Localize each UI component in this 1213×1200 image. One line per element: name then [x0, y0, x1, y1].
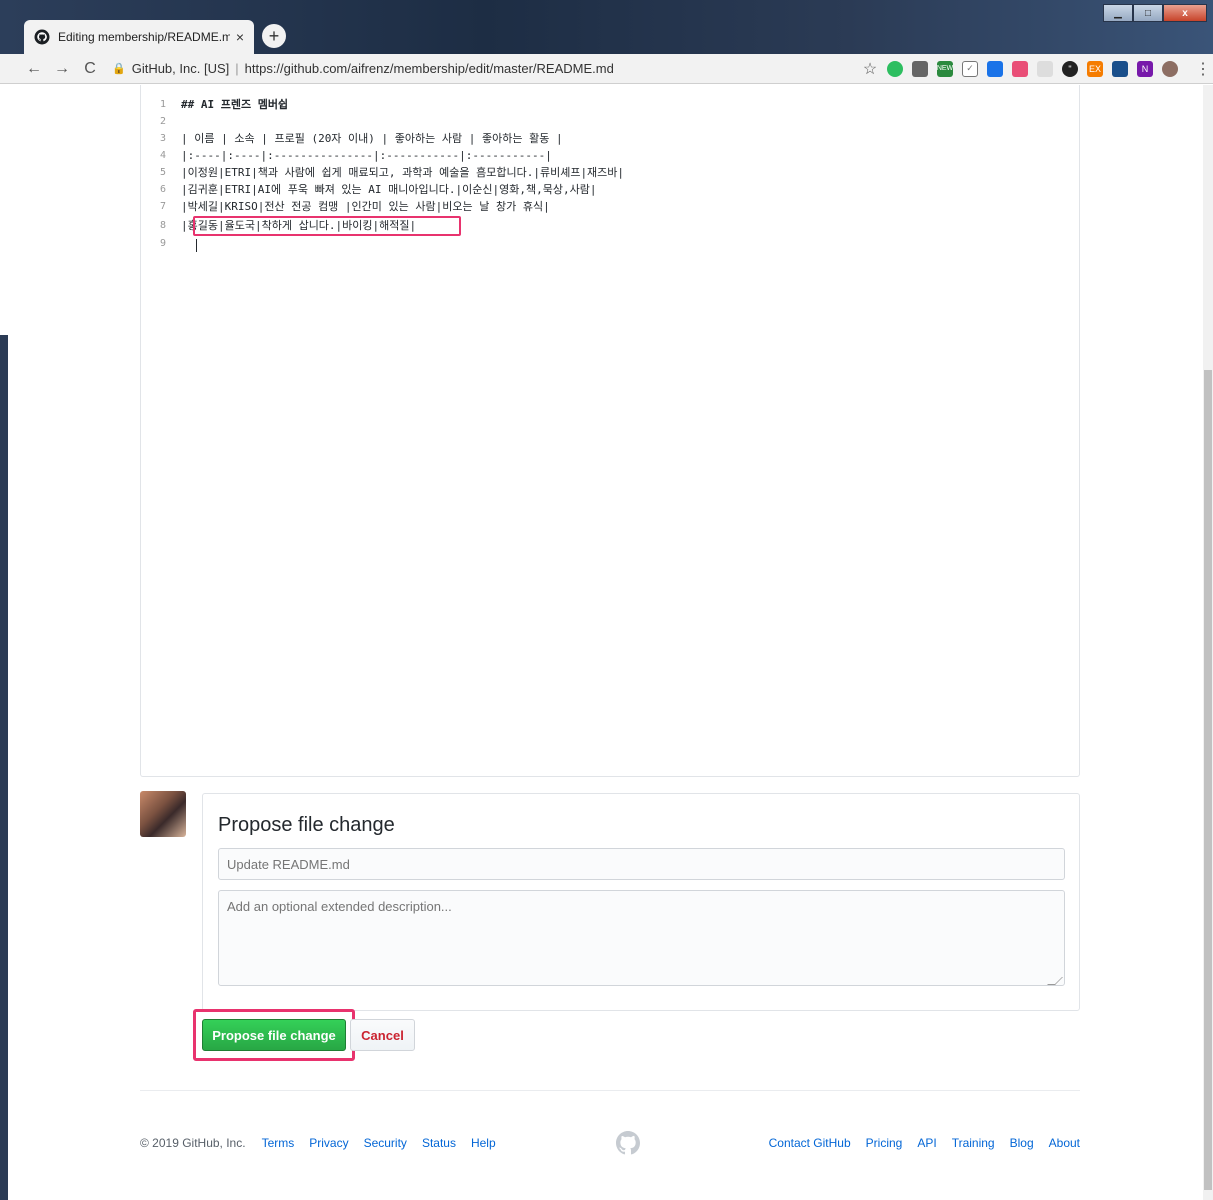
footer-link-security[interactable]: Security: [364, 1136, 407, 1150]
commit-summary-input[interactable]: [218, 848, 1065, 880]
line-number: 5: [159, 167, 166, 178]
editor-line: 2: [141, 113, 181, 130]
tab-close-icon[interactable]: ×: [236, 29, 244, 45]
lock-icon: 🔒: [112, 63, 126, 75]
browser-titlebar: Editing membership/README.m × + ▁ □ x: [0, 0, 1213, 54]
line-number: 4: [159, 150, 166, 161]
editor-line: 6 |김귀훈|ETRI|AI에 푸욱 빠져 있는 AI 매니아입니다.|이순신|…: [141, 181, 596, 198]
line-number: 7: [159, 201, 166, 212]
browser-menu-icon[interactable]: ⋮: [1195, 59, 1211, 79]
cursor-icon[interactable]: [1112, 60, 1128, 77]
close-window-button[interactable]: x: [1163, 4, 1207, 22]
line-number: 8: [159, 220, 166, 231]
quote-icon[interactable]: ": [1062, 60, 1078, 77]
desktop-edge: [0, 335, 8, 1200]
omnibox-separator: |: [235, 61, 239, 76]
footer-link-about[interactable]: About: [1049, 1136, 1080, 1150]
commit-description-input[interactable]: [218, 890, 1065, 986]
code-editor[interactable]: 1 ## AI 프렌즈 멤버쉽 2 3 | 이름 | 소속 | 프로필 (20자…: [140, 85, 1080, 777]
page-scrollbar[interactable]: [1203, 85, 1213, 1200]
line-text: |박세길|KRISO|전산 전공 컴맹 |인간미 있는 사람|비오는 날 창가 …: [181, 200, 550, 213]
browser-toolbar: ← → C 🔒 GitHub, Inc. [US] | https://gith…: [0, 54, 1213, 84]
address-bar[interactable]: 🔒 GitHub, Inc. [US] | https://github.com…: [112, 57, 742, 81]
extension-icon[interactable]: [912, 60, 928, 77]
footer-link-pricing[interactable]: Pricing: [866, 1136, 903, 1150]
footer-link-api[interactable]: API: [917, 1136, 936, 1150]
cancel-button[interactable]: Cancel: [350, 1019, 415, 1051]
evernote-icon[interactable]: [887, 60, 903, 77]
extension-icon-4[interactable]: [1037, 60, 1053, 77]
scrollbar-thumb[interactable]: [1204, 370, 1212, 1190]
new-badge-icon[interactable]: NEW: [937, 60, 953, 77]
text-caret: [196, 239, 197, 252]
footer-link-contact[interactable]: Contact GitHub: [769, 1136, 851, 1150]
back-button[interactable]: ←: [20, 60, 48, 78]
line-number: 9: [159, 238, 166, 249]
minimize-button[interactable]: ▁: [1103, 4, 1133, 22]
propose-file-change-button[interactable]: Propose file change: [202, 1019, 346, 1051]
line-number: 3: [159, 133, 166, 144]
tab-title: Editing membership/README.m: [57, 30, 230, 44]
editor-line: 5 |이정원|ETRI|책과 사람에 쉽게 매료되고, 과학과 예술을 흠모합니…: [141, 164, 624, 181]
pocket-icon[interactable]: ✓: [962, 60, 978, 77]
new-tab-button[interactable]: +: [262, 24, 286, 48]
editor-line: 7 |박세길|KRISO|전산 전공 컴맹 |인간미 있는 사람|비오는 날 창…: [141, 198, 550, 215]
line-number: 6: [159, 184, 166, 195]
footer: © 2019 GitHub, Inc. Terms Privacy Securi…: [140, 1131, 1080, 1155]
extension-icon-2[interactable]: [987, 60, 1003, 77]
editor-line: 3 | 이름 | 소속 | 프로필 (20자 이내) | 좋아하는 사람 | 좋…: [141, 130, 563, 147]
editor-line: 9: [141, 235, 181, 252]
footer-link-blog[interactable]: Blog: [1010, 1136, 1034, 1150]
footer-link-privacy[interactable]: Privacy: [309, 1136, 348, 1150]
commit-form: Propose file change: [202, 793, 1080, 1011]
maximize-button[interactable]: □: [1133, 4, 1163, 22]
line-number: 2: [159, 116, 166, 127]
site-identity: GitHub, Inc. [US]: [131, 61, 230, 76]
line-text: |이정원|ETRI|책과 사람에 쉽게 매료되고, 과학과 예술을 흠모합니다.…: [181, 166, 625, 179]
onenote-icon[interactable]: N: [1137, 60, 1153, 77]
avatar: [140, 791, 186, 837]
copyright: © 2019 GitHub, Inc.: [140, 1136, 246, 1150]
window-controls: ▁ □ x: [1103, 4, 1207, 22]
annotation-highlight-box: [193, 216, 461, 236]
extension-toolbar: ☆ NEW ✓ " EX N ⋮: [862, 59, 1211, 79]
footer-link-terms[interactable]: Terms: [262, 1136, 295, 1150]
reload-button[interactable]: C: [76, 60, 104, 78]
line-number: 1: [159, 99, 166, 110]
footer-right-links: Contact GitHub Pricing API Training Blog…: [754, 1131, 1080, 1155]
editor-line: 4 |:----|:----|:---------------|:-------…: [141, 147, 552, 164]
forward-button[interactable]: →: [48, 60, 76, 78]
extension-icon-3[interactable]: [1012, 60, 1028, 77]
ex-icon[interactable]: EX: [1087, 60, 1103, 77]
commit-title: Propose file change: [218, 814, 395, 836]
footer-link-training[interactable]: Training: [952, 1136, 995, 1150]
github-mark-icon[interactable]: [616, 1131, 640, 1155]
bookmark-star-icon[interactable]: ☆: [862, 61, 878, 78]
editor-line: 1 ## AI 프렌즈 멤버쉽: [141, 96, 288, 113]
footer-link-status[interactable]: Status: [422, 1136, 456, 1150]
footer-divider: [140, 1090, 1080, 1091]
browser-tab[interactable]: Editing membership/README.m ×: [24, 20, 254, 54]
line-text: |김귀훈|ETRI|AI에 푸욱 빠져 있는 AI 매니아입니다.|이순신|영화…: [181, 183, 597, 196]
footer-link-help[interactable]: Help: [471, 1136, 496, 1150]
profile-avatar-icon[interactable]: [1162, 60, 1178, 77]
browser-window: Editing membership/README.m × + ▁ □ x ← …: [0, 0, 1213, 1200]
line-text: |:----|:----|:---------------|:---------…: [181, 149, 552, 162]
page-content: 1 ## AI 프렌즈 멤버쉽 2 3 | 이름 | 소속 | 프로필 (20자…: [0, 85, 1213, 1200]
url-text: https://github.com/aifrenz/membership/ed…: [244, 61, 614, 76]
line-text: | 이름 | 소속 | 프로필 (20자 이내) | 좋아하는 사람 | 좋아하…: [181, 132, 563, 145]
line-text: ## AI 프렌즈 멤버쉽: [181, 98, 289, 111]
github-icon: [34, 29, 50, 45]
